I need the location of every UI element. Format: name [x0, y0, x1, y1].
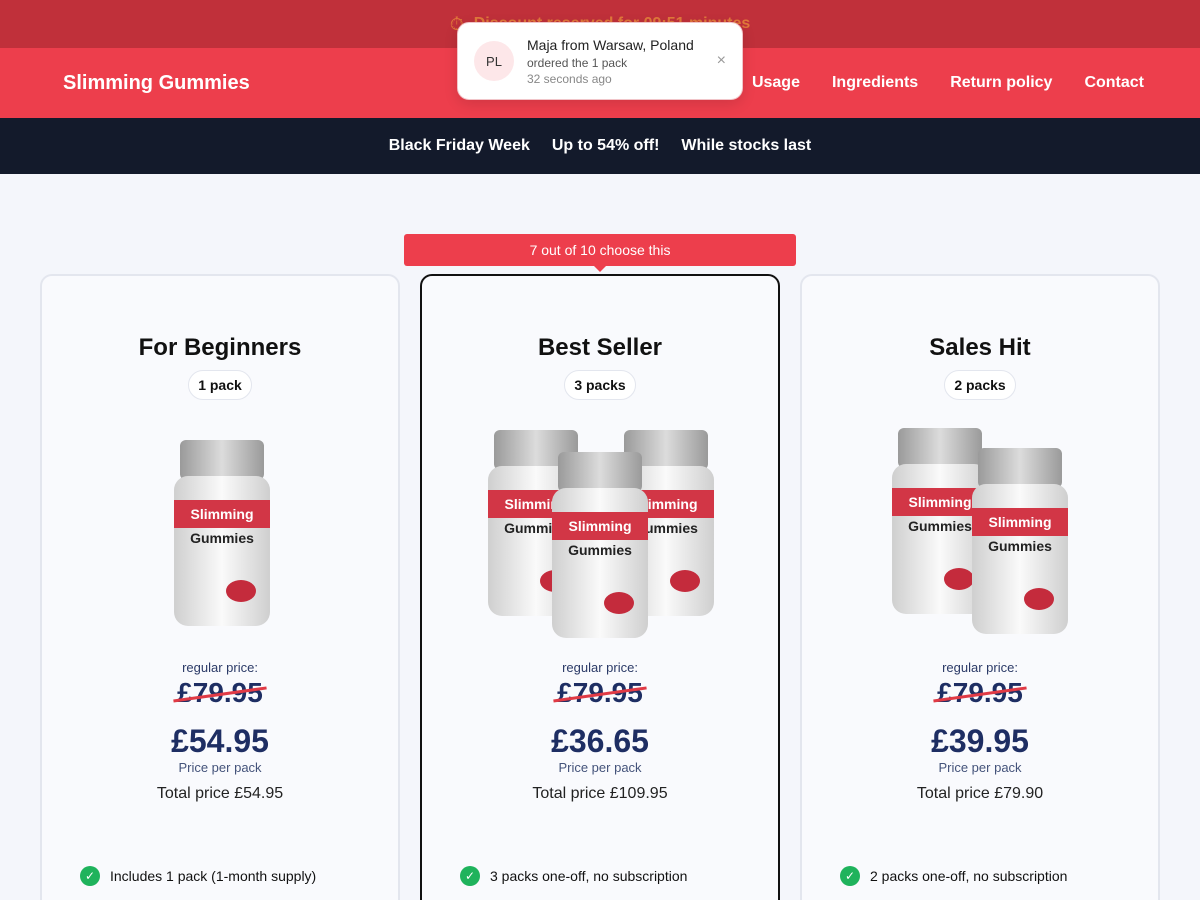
regular-price-label: regular price:: [182, 660, 258, 675]
pricing-plans: 7 out of 10 choose this For Beginners 1 …: [40, 234, 1160, 900]
avatar: PL: [474, 41, 514, 81]
site-logo[interactable]: Slimming Gummies: [63, 72, 250, 95]
total-price: Total price £79.90: [916, 785, 1044, 802]
promo-banner: Black Friday Week Up to 54% off! While s…: [0, 118, 1200, 174]
feature-item: ✓ 3 packs one-off, no subscription: [460, 866, 687, 886]
price: £39.95: [931, 723, 1029, 759]
product-image: Slimming Gummies Slimming Gummies: [802, 400, 1158, 660]
plan-title: Sales Hit: [929, 334, 1031, 361]
total-price: Total price £54.95: [156, 785, 284, 802]
product-image: Slimming Gummies Slimming Gummies Slimmi…: [422, 400, 778, 660]
nav-links: Usage Ingredients Return policy Contact: [752, 74, 1144, 92]
regular-price-label: regular price:: [942, 660, 1018, 675]
old-price: £79.95: [933, 677, 1027, 709]
notification-time: 32 seconds ago: [527, 71, 612, 86]
promo-item: While stocks last: [681, 137, 812, 154]
regular-price-label: regular price:: [562, 660, 638, 675]
plan-card-beginners[interactable]: For Beginners 1 pack Slimming Gummies re…: [40, 274, 400, 900]
check-icon: ✓: [840, 866, 860, 886]
pack-count-badge: 2 packs: [944, 370, 1016, 400]
price-per-pack-label: Price per pack: [938, 760, 1022, 775]
promo-item: Up to 54% off!: [551, 137, 660, 154]
price-per-pack-label: Price per pack: [558, 760, 642, 775]
close-icon[interactable]: ×: [717, 52, 726, 70]
plan-title: Best Seller: [537, 334, 663, 361]
old-price: £79.95: [553, 677, 647, 709]
notification-name: Maja from Warsaw, Poland: [527, 36, 694, 53]
plan-card-sales-hit[interactable]: Sales Hit 2 packs Slimming Gummies Slimm…: [800, 274, 1160, 900]
total-price: Total price £109.95: [532, 785, 668, 802]
promo-item: Black Friday Week: [388, 137, 530, 154]
feature-item: ✓ 2 packs one-off, no subscription: [840, 866, 1067, 886]
notification-order: ordered the 1 pack: [527, 55, 628, 70]
nav-link-contact[interactable]: Contact: [1084, 74, 1144, 92]
check-icon: ✓: [80, 866, 100, 886]
nav-link-return-policy[interactable]: Return policy: [950, 74, 1052, 92]
plan-card-best-seller[interactable]: Best Seller 3 packs Slimming Gummies Sli…: [420, 274, 780, 900]
nav-link-ingredients[interactable]: Ingredients: [832, 74, 918, 92]
order-notification: PL Maja from Warsaw, Poland ordered the …: [457, 22, 743, 100]
product-image: Slimming Gummies: [42, 400, 398, 660]
plan-title: For Beginners: [138, 334, 302, 361]
popular-ribbon: 7 out of 10 choose this: [404, 234, 796, 272]
price: £36.65: [551, 723, 649, 759]
price-per-pack-label: Price per pack: [178, 760, 262, 775]
pack-count-badge: 3 packs: [564, 370, 636, 400]
check-icon: ✓: [460, 866, 480, 886]
nav-link-usage[interactable]: Usage: [752, 74, 800, 92]
feature-item: ✓ Includes 1 pack (1-month supply): [80, 866, 316, 886]
pack-count-badge: 1 pack: [188, 370, 252, 400]
price: £54.95: [171, 723, 269, 759]
old-price: £79.95: [173, 677, 267, 709]
